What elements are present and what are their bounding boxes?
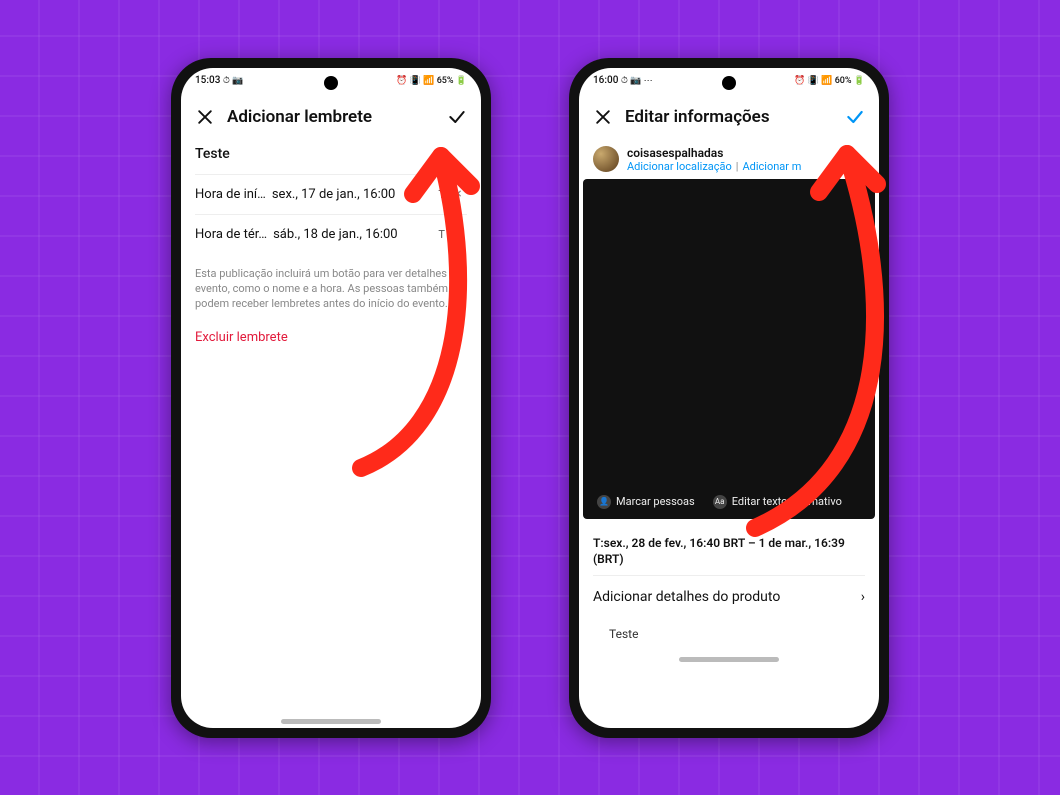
chevron-right-icon: › — [861, 589, 865, 605]
caption-text: Teste — [593, 619, 865, 651]
status-right: ⏰ 📳 📶 60% 🔋 — [794, 76, 865, 86]
close-icon[interactable] — [591, 105, 615, 129]
status-bar: 15:03 ⏱ 📷 ⏰ 📳 📶 65% 🔋 — [181, 68, 481, 94]
end-time-value: sáb., 18 de jan., 16:00 — [267, 227, 434, 242]
person-icon: 👤 — [597, 495, 611, 509]
home-indicator — [679, 657, 779, 662]
app-bar: Adicionar lembrete — [181, 94, 481, 140]
close-icon[interactable] — [193, 105, 217, 129]
info-note: Esta publicação incluirá um botão para v… — [195, 266, 467, 312]
confirm-check-icon[interactable] — [843, 105, 867, 129]
add-more-link[interactable]: Adicionar m — [742, 160, 801, 173]
clear-start-icon[interactable]: × — [449, 186, 467, 202]
page-title: Adicionar lembrete — [227, 107, 435, 127]
aa-icon: Aa — [713, 495, 727, 509]
status-time: 15:03 ⏱ 📷 — [195, 75, 243, 86]
end-time-row[interactable]: Hora de tér… sáb., 18 de jan., 16:00 T × — [195, 214, 467, 254]
event-date-text: T:sex., 28 de fev., 16:40 BRT – 1 de mar… — [593, 527, 865, 575]
avatar[interactable] — [593, 146, 619, 172]
start-time-row[interactable]: Hora de iní… sex., 17 de jan., 16:00 T × — [195, 174, 467, 214]
start-time-tz: T — [434, 188, 449, 201]
status-bar: 16:00 ⏱ 📷 ⋯ ⏰ 📳 📶 60% 🔋 — [579, 68, 879, 94]
reminder-title: Teste — [195, 146, 467, 162]
delete-reminder-link[interactable]: Excluir lembrete — [195, 330, 467, 345]
clear-end-icon[interactable]: × — [449, 226, 467, 242]
end-time-label: Hora de tér… — [195, 227, 267, 242]
username[interactable]: coisasespalhadas — [627, 146, 801, 160]
app-bar: Editar informações — [579, 94, 879, 140]
phone-right: 16:00 ⏱ 📷 ⋯ ⏰ 📳 📶 60% 🔋 Editar informaçõ… — [569, 58, 889, 738]
phone-left: 15:03 ⏱ 📷 ⏰ 📳 📶 65% 🔋 Adicionar lembrete… — [171, 58, 491, 738]
confirm-check-icon[interactable] — [445, 105, 469, 129]
end-time-tz: T — [434, 228, 449, 241]
status-right: ⏰ 📳 📶 65% 🔋 — [396, 76, 467, 86]
tag-people-button[interactable]: 👤 Marcar pessoas — [597, 495, 695, 509]
page-title: Editar informações — [625, 107, 833, 127]
home-indicator — [281, 719, 381, 724]
status-time: 16:00 ⏱ 📷 ⋯ — [593, 75, 653, 86]
edit-alt-text-button[interactable]: Aa Editar texto alternativo — [713, 495, 842, 509]
add-location-link[interactable]: Adicionar localização — [627, 160, 732, 173]
start-time-label: Hora de iní… — [195, 187, 266, 202]
media-preview[interactable]: 👤 Marcar pessoas Aa Editar texto alterna… — [583, 179, 875, 519]
user-row: coisasespalhadas Adicionar localização|A… — [579, 140, 879, 179]
start-time-value: sex., 17 de jan., 16:00 — [266, 187, 435, 202]
add-product-details-row[interactable]: Adicionar detalhes do produto › — [593, 575, 865, 619]
